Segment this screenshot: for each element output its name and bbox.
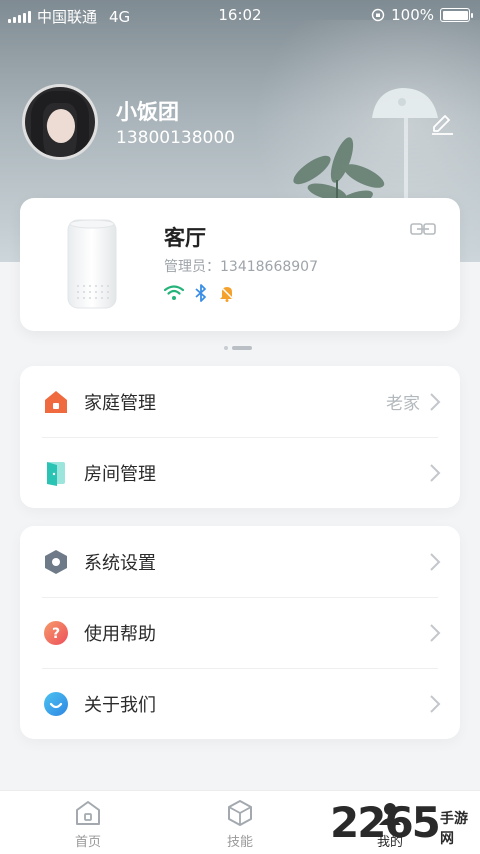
door-icon xyxy=(42,459,70,487)
watermark-number: 2265 xyxy=(330,798,441,847)
bluetooth-icon xyxy=(195,284,206,302)
menu-group-family: 家庭管理 老家 房间管理 xyxy=(20,366,460,508)
menu-item-family[interactable]: 家庭管理 老家 xyxy=(20,366,460,437)
skills-tab-icon xyxy=(228,800,252,826)
link-icon[interactable] xyxy=(410,222,436,236)
tab-label: 技能 xyxy=(226,835,253,850)
chevron-right-icon xyxy=(430,552,441,571)
rotation-lock-icon xyxy=(371,8,385,22)
carousel-indicator xyxy=(224,346,252,350)
menu-value: 老家 xyxy=(386,394,420,414)
chevron-right-icon xyxy=(430,623,441,642)
watermark: 2265 手游网 xyxy=(330,796,480,854)
settings-icon xyxy=(42,548,70,576)
about-icon xyxy=(42,690,70,718)
help-icon: ? xyxy=(42,619,70,647)
smart-speaker-image xyxy=(67,219,117,309)
admin-phone: 管理员：13418668907 xyxy=(164,259,318,275)
user-name: 小饭团 xyxy=(116,100,179,124)
avatar[interactable] xyxy=(22,84,98,160)
room-name: 客厅 xyxy=(164,226,206,250)
edit-icon[interactable] xyxy=(428,108,456,136)
menu-label: 使用帮助 xyxy=(84,623,156,645)
menu-label: 家庭管理 xyxy=(84,392,156,414)
user-phone: 13800138000 xyxy=(116,128,235,148)
wifi-icon xyxy=(164,285,184,300)
menu-label: 关于我们 xyxy=(84,694,156,716)
home-tab-icon xyxy=(76,801,100,825)
menu-item-settings[interactable]: 系统设置 xyxy=(20,526,460,597)
menu-label: 系统设置 xyxy=(84,552,156,574)
menu-label: 房间管理 xyxy=(84,463,156,485)
bell-icon xyxy=(219,285,235,302)
chevron-right-icon xyxy=(430,463,441,482)
watermark-text: 手游网 xyxy=(440,811,468,847)
tab-label: 首页 xyxy=(74,835,101,850)
chevron-right-icon xyxy=(430,392,441,411)
menu-item-room[interactable]: 房间管理 xyxy=(20,437,460,508)
svg-text:?: ? xyxy=(52,626,60,642)
tab-skills[interactable]: 技能 xyxy=(200,799,280,850)
status-bar: 中国联通 4G 16:02 100% xyxy=(0,0,480,30)
chevron-right-icon xyxy=(430,694,441,713)
battery-icon xyxy=(440,8,473,22)
device-card[interactable]: 客厅 管理员：13418668907 xyxy=(20,198,460,331)
tab-home[interactable]: 首页 xyxy=(48,799,128,850)
menu-group-system: 系统设置 ? 使用帮助 关于我们 xyxy=(20,526,460,739)
menu-item-about[interactable]: 关于我们 xyxy=(20,668,460,739)
home-icon xyxy=(42,388,70,416)
menu-item-help[interactable]: ? 使用帮助 xyxy=(20,597,460,668)
battery-label: 100% xyxy=(391,6,434,24)
